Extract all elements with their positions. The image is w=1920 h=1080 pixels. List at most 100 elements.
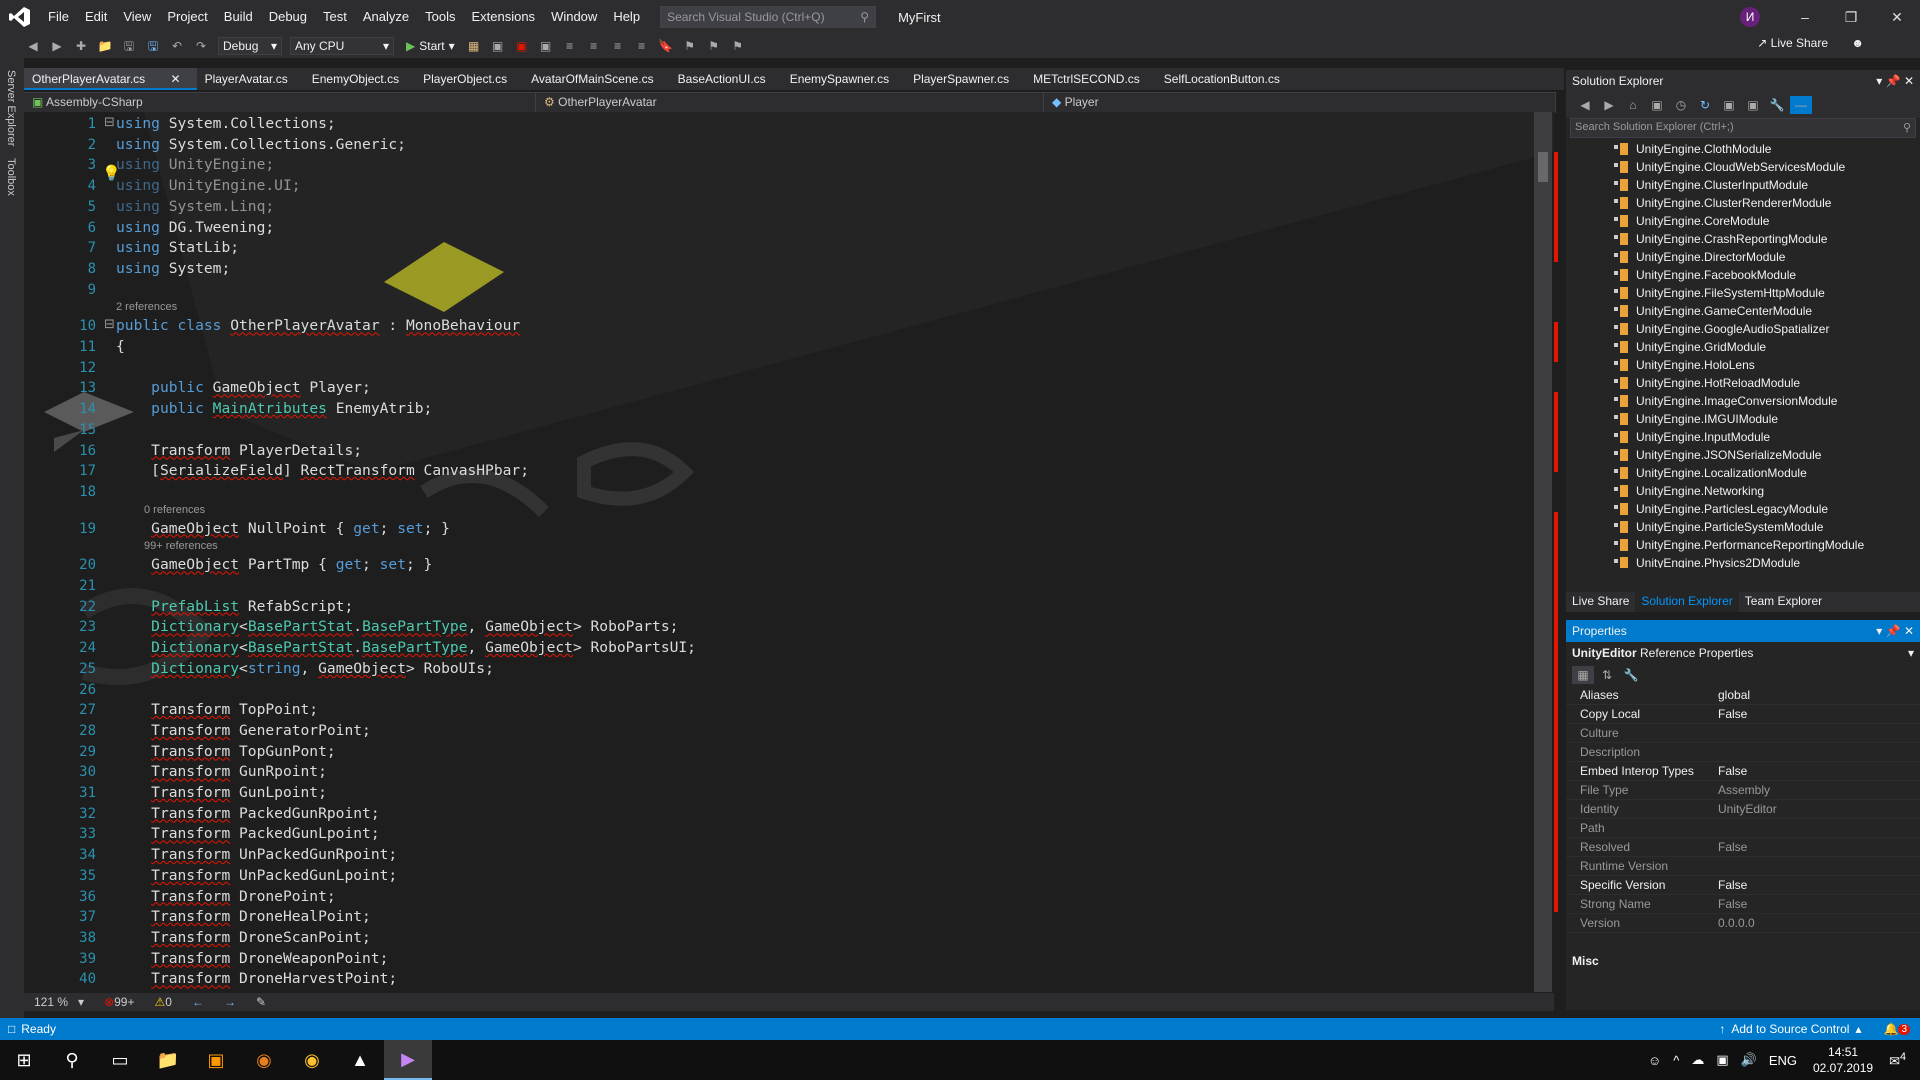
collapse-all-icon[interactable]: ▣ xyxy=(1718,96,1740,114)
tab-playeravatar[interactable]: PlayerAvatar.cs xyxy=(197,68,304,90)
menu-item-file[interactable]: File xyxy=(40,0,77,34)
menu-item-analyze[interactable]: Analyze xyxy=(355,0,417,34)
code-line[interactable]: Transform DroneWeaponPoint; xyxy=(116,949,388,969)
back-icon[interactable]: ◀ xyxy=(22,37,44,55)
tree-item[interactable]: UnityEngine.FileSystemHttpModule xyxy=(1566,284,1920,302)
project-dropdown[interactable]: ▣ Assembly-CSharp xyxy=(24,93,536,113)
windows-start-icon[interactable]: ⊞ xyxy=(0,1040,48,1080)
property-row[interactable]: Culture xyxy=(1566,724,1920,743)
screenshot-icon[interactable]: ▣ xyxy=(535,37,557,55)
member-dropdown[interactable]: ◆ Player xyxy=(1044,93,1556,113)
close-icon[interactable]: ✕ xyxy=(1904,624,1914,638)
property-value[interactable]: Assembly xyxy=(1718,781,1920,799)
unity-icon[interactable]: ▲ xyxy=(336,1040,384,1080)
collapse-region-icon[interactable]: ⊟ xyxy=(104,316,115,332)
menu-item-build[interactable]: Build xyxy=(216,0,261,34)
add-to-source-control-button[interactable]: Add to Source Control xyxy=(1731,1022,1849,1036)
tree-item[interactable]: UnityEngine.FacebookModule xyxy=(1566,266,1920,284)
property-row[interactable]: Specific Version False xyxy=(1566,876,1920,895)
menu-item-window[interactable]: Window xyxy=(543,0,605,34)
history-icon[interactable]: ◷ xyxy=(1670,96,1692,114)
property-pages-icon[interactable]: 🔧 xyxy=(1620,666,1642,684)
uncomment-icon[interactable]: ≡ xyxy=(631,37,653,55)
attach-icon[interactable]: ▦ xyxy=(463,37,485,55)
pin-icon[interactable]: 📌 xyxy=(1886,74,1901,88)
categorized-icon[interactable]: ▦ xyxy=(1572,666,1594,684)
tree-item[interactable]: UnityEngine.ClusterInputModule xyxy=(1566,176,1920,194)
property-value[interactable]: False xyxy=(1718,705,1920,723)
property-value[interactable]: False xyxy=(1718,838,1920,856)
code-line[interactable]: Transform GunLpoint; xyxy=(116,783,327,803)
code-line[interactable]: using System.Collections; xyxy=(116,114,336,134)
code-line[interactable]: public class OtherPlayerAvatar : MonoBeh… xyxy=(116,316,520,336)
close-icon[interactable]: ✕ xyxy=(1904,74,1914,88)
onedrive-icon[interactable]: ☁ xyxy=(1691,1052,1704,1068)
solution-explorer-search[interactable]: Search Solution Explorer (Ctrl+;) ⚲ xyxy=(1570,118,1916,138)
home-icon[interactable]: ⌂ xyxy=(1622,96,1644,114)
save-all-icon[interactable]: 🖫 xyxy=(142,37,164,55)
code-line[interactable]: Transform TopPoint; xyxy=(116,700,318,720)
property-row[interactable]: Embed Interop Types False xyxy=(1566,762,1920,781)
code-line[interactable]: using UnityEngine; xyxy=(116,155,274,175)
forward-icon[interactable]: ▶ xyxy=(46,37,68,55)
code-line[interactable]: Transform GunRpoint; xyxy=(116,762,327,782)
tree-item[interactable]: UnityEngine.CoreModule xyxy=(1566,212,1920,230)
tab-playerspawner[interactable]: PlayerSpawner.cs xyxy=(905,68,1025,90)
tab-playerobject[interactable]: PlayerObject.cs xyxy=(415,68,523,90)
code-line[interactable]: using DG.Tweening; xyxy=(116,218,274,238)
error-count[interactable]: ⊗ 99+ xyxy=(94,995,144,1009)
tree-item[interactable]: UnityEngine.ImageConversionModule xyxy=(1566,392,1920,410)
clear-bookmarks-icon[interactable]: ⚑ xyxy=(727,37,749,55)
start-button[interactable]: ▶ Start ▾ xyxy=(406,39,455,53)
code-line[interactable]: Transform DroneScanPoint; xyxy=(116,928,371,948)
property-value[interactable] xyxy=(1718,743,1920,761)
task-view-icon[interactable]: ▭ xyxy=(96,1040,144,1080)
tree-item[interactable]: UnityEngine.JSONSerializeModule xyxy=(1566,446,1920,464)
property-value[interactable]: False xyxy=(1718,762,1920,780)
tree-item[interactable]: UnityEngine.HotReloadModule xyxy=(1566,374,1920,392)
tab-baseactionui[interactable]: BaseActionUI.cs xyxy=(670,68,782,90)
code-line[interactable]: Dictionary<BasePartStat.BasePartType, Ga… xyxy=(116,617,678,637)
open-file-icon[interactable]: 📁 xyxy=(94,37,116,55)
tab-metctrlsecond[interactable]: METctrlSECOND.cs xyxy=(1025,68,1156,90)
code-line[interactable]: Transform UnPackedGunRpoint; xyxy=(116,845,397,865)
property-value[interactable]: False xyxy=(1718,876,1920,894)
back-icon[interactable]: ◀ xyxy=(1574,96,1596,114)
properties-icon[interactable]: 🔧 xyxy=(1766,96,1788,114)
zoom-level[interactable]: 121 % ▾ xyxy=(24,995,94,1009)
menu-item-edit[interactable]: Edit xyxy=(77,0,115,34)
tab-otherplayeravatar[interactable]: OtherPlayerAvatar.cs ✕ xyxy=(24,68,197,90)
property-row[interactable]: Description xyxy=(1566,743,1920,762)
chevron-down-icon[interactable]: ▾ xyxy=(1876,74,1882,88)
tree-item[interactable]: UnityEngine.ClusterRendererModule xyxy=(1566,194,1920,212)
bookmark-icon[interactable]: 🔖 xyxy=(655,37,677,55)
collapse-region-icon[interactable]: ⊟ xyxy=(104,114,115,130)
close-icon[interactable]: ✕ xyxy=(1874,9,1920,26)
menu-item-extensions[interactable]: Extensions xyxy=(463,0,543,34)
tab-enemyspawner[interactable]: EnemySpawner.cs xyxy=(782,68,905,90)
close-tab-icon[interactable]: ✕ xyxy=(167,72,181,86)
code-line[interactable]: public MainAtributes EnemyAtrib; xyxy=(116,399,432,419)
diagnostics-icon[interactable]: ▣ xyxy=(511,37,533,55)
clock[interactable]: 14:51 02.07.2019 xyxy=(1813,1044,1873,1076)
property-row[interactable]: Copy Local False xyxy=(1566,705,1920,724)
code-line[interactable]: Dictionary<BasePartStat.BasePartType, Ga… xyxy=(116,638,696,658)
chevron-down-icon[interactable]: ▾ xyxy=(1876,624,1882,638)
code-line[interactable]: using System; xyxy=(116,259,230,279)
tree-item[interactable]: UnityEngine.CloudWebServicesModule xyxy=(1566,158,1920,176)
code-line[interactable]: Transform GeneratorPoint; xyxy=(116,721,371,741)
paint-app-icon[interactable]: ◉ xyxy=(240,1040,288,1080)
file-explorer-icon[interactable]: 📁 xyxy=(144,1040,192,1080)
code-line[interactable]: Dictionary<string, GameObject> RoboUIs; xyxy=(116,659,494,679)
tree-item[interactable]: UnityEngine.GoogleAudioSpatializer xyxy=(1566,320,1920,338)
property-row[interactable]: Aliases global xyxy=(1566,686,1920,705)
language-indicator[interactable]: ENG xyxy=(1769,1053,1797,1068)
undo-icon[interactable]: ↶ xyxy=(166,37,188,55)
next-bookmark-icon[interactable]: ⚑ xyxy=(703,37,725,55)
comment-icon[interactable]: ≡ xyxy=(607,37,629,55)
tree-item[interactable]: UnityEngine.InputModule xyxy=(1566,428,1920,446)
code-line[interactable]: [SerializeField] RectTransform CanvasHPb… xyxy=(116,461,529,481)
code-line[interactable]: Transform DronePoint; xyxy=(116,887,336,907)
property-row[interactable]: File Type Assembly xyxy=(1566,781,1920,800)
code-line[interactable]: Transform DroneHealPoint; xyxy=(116,907,371,927)
